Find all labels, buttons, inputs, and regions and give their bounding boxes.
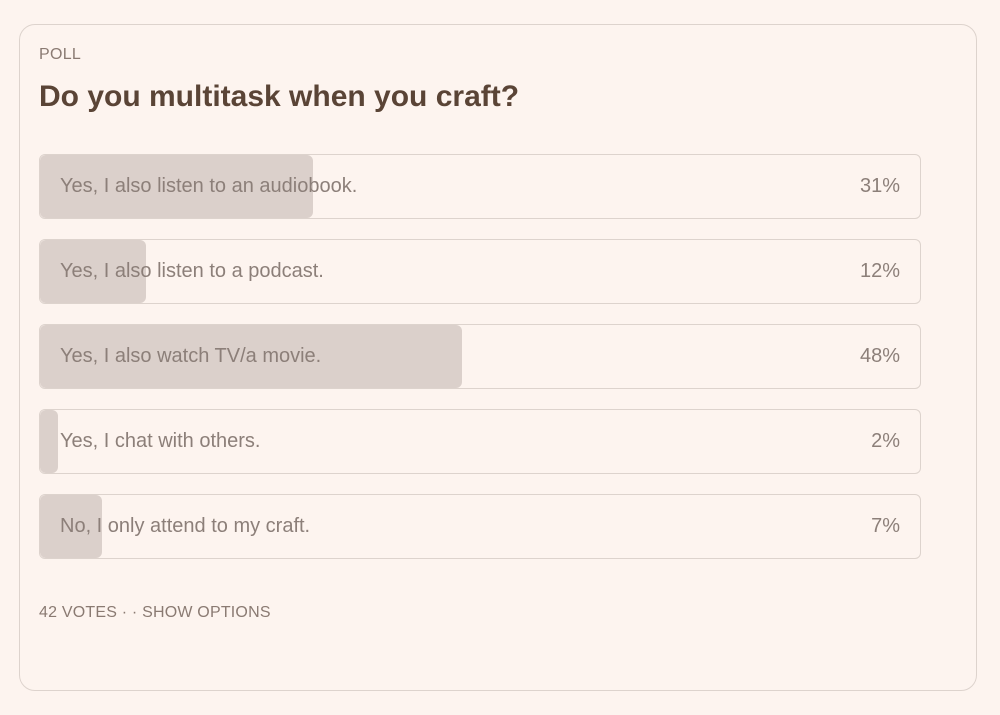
option-result-bar [40, 410, 58, 473]
poll-option-craft-only[interactable]: No, I only attend to my craft. 7% [39, 494, 921, 559]
option-label: Yes, I chat with others. [60, 430, 261, 452]
poll-kicker: POLL [39, 46, 82, 63]
poll-footer: 42 VOTES · · SHOW OPTIONS [39, 604, 271, 622]
footer-separator: · · [117, 604, 143, 621]
poll-option-tv-movie[interactable]: Yes, I also watch TV/a movie. 48% [39, 324, 921, 389]
poll-option-chat[interactable]: Yes, I chat with others. 2% [39, 409, 921, 474]
poll-option-podcast[interactable]: Yes, I also listen to a podcast. 12% [39, 239, 921, 304]
option-percent: 2% [871, 430, 900, 452]
poll-option-audiobook[interactable]: Yes, I also listen to an audiobook. 31% [39, 154, 921, 219]
option-percent: 31% [859, 175, 900, 197]
vote-count: 42 VOTES [39, 604, 118, 621]
option-label: Yes, I also watch TV/a movie. [60, 345, 322, 367]
option-label: Yes, I also listen to a podcast. [60, 260, 324, 282]
poll-question: Do you multitask when you craft? [39, 80, 520, 113]
option-percent: 12% [859, 260, 900, 282]
poll-options: Yes, I also listen to an audiobook. 31% … [39, 154, 921, 579]
option-label: Yes, I also listen to an audiobook. [60, 175, 358, 197]
option-percent: 48% [859, 345, 900, 367]
option-percent: 7% [871, 515, 900, 537]
option-label: No, I only attend to my craft. [60, 515, 311, 537]
show-options-link[interactable]: SHOW OPTIONS [142, 604, 271, 621]
